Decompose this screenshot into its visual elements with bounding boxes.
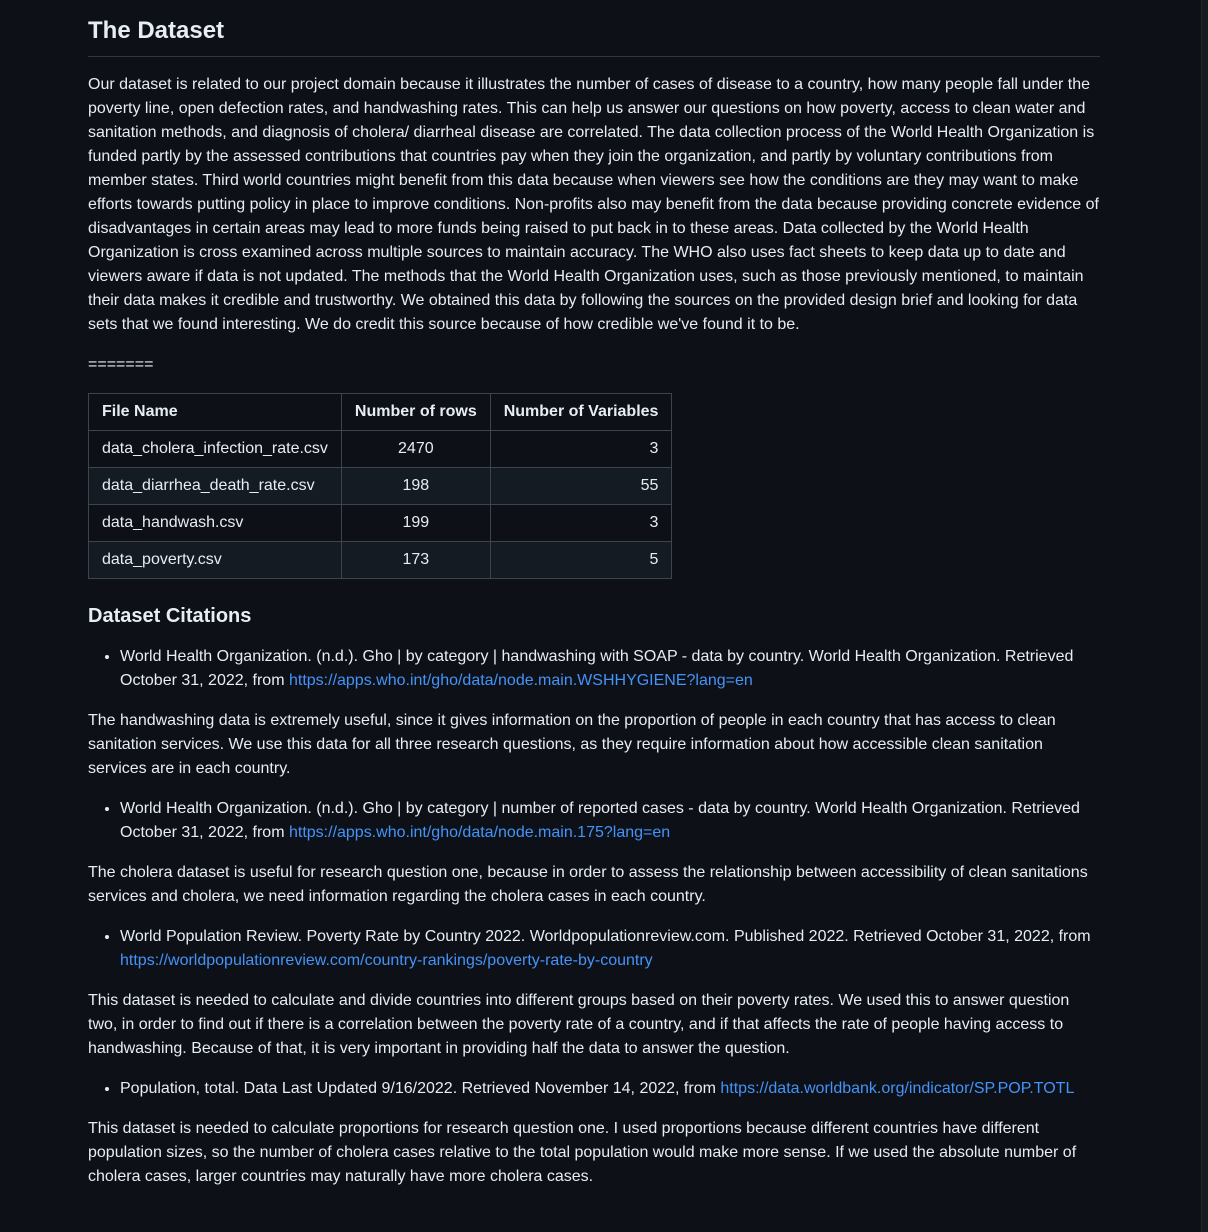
citation-list: Population, total. Data Last Updated 9/1…	[88, 1077, 1100, 1101]
table-cell-variables: 5	[489, 541, 673, 579]
citation-description: The handwashing data is extremely useful…	[88, 712, 1056, 777]
table-row: data_poverty.csv 173 5	[88, 541, 673, 579]
table-row: data_cholera_infection_rate.csv 2470 3	[88, 430, 673, 468]
citation-link[interactable]: https://apps.who.int/gho/data/node.main.…	[289, 824, 670, 841]
table-row: data_handwash.csv 199 3	[88, 504, 673, 542]
separator-text: =======	[88, 356, 154, 373]
table-cell-rows: 199	[340, 504, 491, 542]
citation-link[interactable]: https://data.worldbank.org/indicator/SP.…	[720, 1080, 1074, 1097]
intro-paragraph: Our dataset is related to our project do…	[88, 76, 1099, 333]
citation-item: World Health Organization. (n.d.). Gho |…	[120, 645, 1100, 693]
citation-list: World Health Organization. (n.d.). Gho |…	[88, 797, 1100, 845]
table-cell-variables: 55	[489, 467, 673, 505]
table-header-row: File Name Number of rows Number of Varia…	[88, 393, 673, 431]
citation-description: The cholera dataset is useful for resear…	[88, 864, 1088, 905]
page-title: The Dataset	[88, 0, 1100, 57]
citation-item: Population, total. Data Last Updated 9/1…	[120, 1077, 1100, 1101]
table-cell-file: data_cholera_infection_rate.csv	[88, 430, 342, 468]
table-header-file-name: File Name	[88, 393, 342, 431]
citation-description: This dataset is needed to calculate prop…	[88, 1120, 1077, 1185]
dataset-table: File Name Number of rows Number of Varia…	[88, 393, 673, 579]
citation-list: World Population Review. Poverty Rate by…	[88, 925, 1100, 973]
table-cell-rows: 198	[340, 467, 491, 505]
markdown-body: The Dataset Our dataset is related to ou…	[88, 0, 1100, 1189]
citation-link[interactable]: https://apps.who.int/gho/data/node.main.…	[289, 672, 753, 689]
citation-item: World Population Review. Poverty Rate by…	[120, 925, 1100, 973]
citation-text: Population, total. Data Last Updated 9/1…	[120, 1080, 721, 1097]
table-cell-rows: 173	[340, 541, 491, 579]
table-cell-variables: 3	[489, 504, 673, 542]
citation-item: World Health Organization. (n.d.). Gho |…	[120, 797, 1100, 845]
citations-heading: Dataset Citations	[88, 605, 252, 627]
table-cell-rows: 2470	[340, 430, 491, 468]
table-cell-file: data_diarrhea_death_rate.csv	[88, 467, 342, 505]
table-header-rows: Number of rows	[340, 393, 491, 431]
table-cell-variables: 3	[489, 430, 673, 468]
window-scroll-edge	[1201, 0, 1208, 1232]
table-cell-file: data_poverty.csv	[88, 541, 342, 579]
citation-description: This dataset is needed to calculate and …	[88, 992, 1070, 1057]
table-row: data_diarrhea_death_rate.csv 198 55	[88, 467, 673, 505]
citation-text: World Population Review. Poverty Rate by…	[120, 928, 1091, 945]
citation-link[interactable]: https://worldpopulationreview.com/countr…	[120, 952, 653, 969]
citation-list: World Health Organization. (n.d.). Gho |…	[88, 645, 1100, 693]
table-cell-file: data_handwash.csv	[88, 504, 342, 542]
table-header-variables: Number of Variables	[489, 393, 673, 431]
